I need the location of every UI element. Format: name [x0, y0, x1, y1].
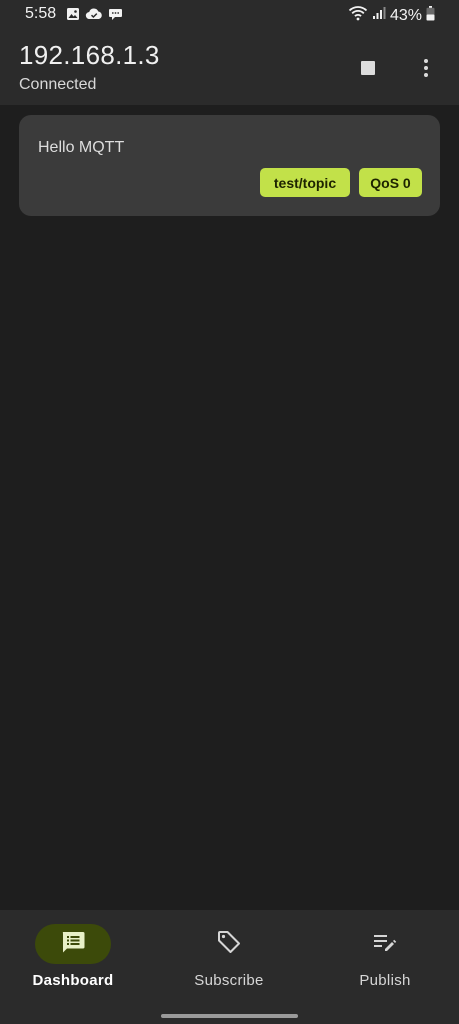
topic-chip: test/topic [260, 168, 350, 197]
nav-item-publish[interactable]: Publish [310, 924, 459, 1004]
battery-icon [426, 5, 435, 26]
nav-label-publish: Publish [359, 972, 411, 989]
system-icons: 43% [348, 5, 435, 26]
disconnect-button[interactable] [352, 52, 384, 84]
message-card[interactable]: Hello MQTT test/topic QoS 0 [19, 115, 440, 216]
cloud-check-icon [85, 7, 103, 26]
app-screen: 5:58 43% 192.168.1.3 Connected Hello MQT… [0, 0, 459, 1024]
wifi-icon [348, 5, 368, 26]
image-icon [66, 7, 80, 26]
connection-status: Connected [19, 76, 97, 93]
status-time: 5:58 [25, 5, 57, 22]
dashboard-icon [60, 930, 86, 959]
nav-item-dashboard[interactable]: Dashboard [0, 924, 148, 1004]
message-payload: Hello MQTT [38, 139, 125, 156]
chat-bubble-icon [108, 7, 123, 26]
nav-label-subscribe: Subscribe [194, 972, 264, 989]
notification-icons [66, 7, 123, 26]
gesture-handle[interactable] [161, 1014, 298, 1018]
stop-icon [361, 61, 375, 75]
nav-item-subscribe[interactable]: Subscribe [154, 924, 304, 1004]
signal-icon [372, 6, 386, 25]
broker-address-title: 192.168.1.3 [19, 40, 160, 70]
qos-chip: QoS 0 [359, 168, 422, 197]
battery-percentage: 43% [389, 6, 422, 24]
status-bar: 5:58 43% [0, 0, 459, 30]
more-vert-icon [424, 59, 428, 63]
app-bar: 192.168.1.3 Connected [0, 30, 459, 105]
nav-active-indicator [35, 924, 111, 964]
edit-note-icon [372, 930, 398, 959]
tag-icon [216, 929, 242, 960]
bottom-navigation: Dashboard Subscribe Publish [0, 910, 459, 1024]
more-options-button[interactable] [410, 52, 442, 84]
nav-label-dashboard: Dashboard [32, 972, 114, 989]
